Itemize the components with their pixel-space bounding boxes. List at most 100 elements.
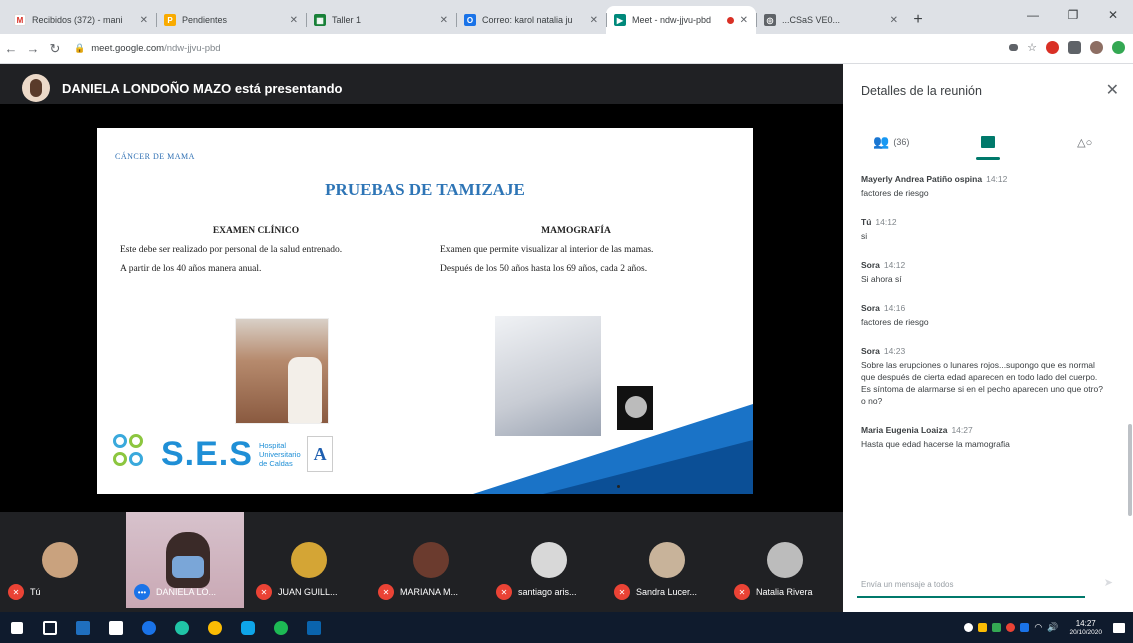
tab-meet[interactable]: ▶ Meet - ndw-jjvu-pbd ✕ — [606, 6, 756, 34]
close-icon[interactable]: ✕ — [1106, 80, 1119, 100]
taskbar-app[interactable] — [198, 612, 231, 643]
profile-avatar-icon[interactable] — [1090, 41, 1103, 54]
chat-message-input[interactable]: Envía un mensaje a todos — [857, 570, 1085, 598]
start-button[interactable] — [0, 612, 33, 643]
participant-tile[interactable]: ✕ Sandra Lucer... — [606, 512, 728, 612]
taskbar-app[interactable] — [99, 612, 132, 643]
decorative-wedge-dark — [543, 440, 753, 494]
wifi-icon[interactable]: ◠ — [1034, 622, 1042, 633]
tab-outlook[interactable]: O Correo: karol natalia ju ✕ — [456, 6, 606, 34]
avatar — [291, 542, 327, 578]
close-icon[interactable]: ✕ — [140, 15, 148, 26]
tab-people[interactable]: 👥 (36) — [843, 124, 940, 160]
send-icon[interactable]: ➤ — [1104, 576, 1113, 589]
participant-tile[interactable]: ✕ Natalia Rivera — [726, 512, 843, 612]
tab-chat[interactable] — [940, 124, 1037, 160]
url-field[interactable]: 🔒 meet.google.com/ndw-jjvu-pbd — [74, 38, 894, 60]
participant-tile[interactable]: ✕ santiago aris... — [488, 512, 610, 612]
volume-icon[interactable]: 🔊 — [1047, 622, 1058, 633]
mic-off-icon: ✕ — [256, 584, 272, 600]
participant-tile[interactable]: ✕ JUAN GUILL... — [248, 512, 370, 612]
camera-icon[interactable] — [1009, 44, 1019, 51]
message-header: Sora 14:16 — [861, 303, 1109, 313]
message-author: Mayerly Andrea Patiño ospina — [861, 174, 983, 184]
ses-logo-icon — [113, 434, 155, 474]
message-time: 14:16 — [883, 303, 906, 313]
maximize-icon[interactable]: ❐ — [1053, 0, 1093, 30]
close-icon[interactable]: ✕ — [890, 15, 898, 26]
participant-tile[interactable]: ✕ MARIANA M... — [370, 512, 492, 612]
participant-name: DANIELA LO... — [156, 587, 217, 597]
taskbar-app[interactable] — [66, 612, 99, 643]
avatar — [649, 542, 685, 578]
participant-name: JUAN GUILL... — [278, 587, 338, 597]
chat-message: Tú 14:12 si — [843, 217, 1127, 242]
task-view-icon — [42, 620, 57, 635]
participant-name: MARIANA M... — [400, 587, 459, 597]
meet-icon: ▶ — [614, 14, 626, 26]
column-heading: EXAMEN CLÍNICO — [212, 226, 300, 236]
extension-green-icon[interactable] — [1112, 41, 1125, 54]
message-text: si — [861, 231, 868, 241]
message-author: Maria Eugenia Loaiza — [861, 425, 948, 435]
message-header: Tú 14:12 — [861, 217, 1109, 227]
mic-off-icon: ✕ — [378, 584, 394, 600]
participants-strip: ✕ Tú ••• DANIELA LO... ✕ JUAN GUILL... ✕ MAR… — [0, 512, 843, 612]
hospital-line: de Caldas — [258, 458, 293, 468]
browser-tab-bar: M Recibidos (372) - mani ✕ P Pendientes … — [0, 0, 1133, 34]
star-icon[interactable]: ☆ — [1027, 41, 1037, 54]
taskbar-app[interactable] — [231, 612, 264, 643]
tray-icon[interactable] — [978, 623, 988, 632]
participant-label: ✕ Tú — [8, 584, 41, 600]
taskbar-app[interactable] — [165, 612, 198, 643]
forward-icon[interactable]: → — [22, 41, 44, 56]
tray-icon[interactable] — [1020, 623, 1030, 632]
notifications-icon[interactable] — [1113, 622, 1125, 633]
tab-gmail[interactable]: M Recibidos (372) - mani ✕ — [6, 6, 156, 34]
ses-logo: S.E.S Hospital Universitario de Caldas — [113, 434, 333, 474]
message-header: Sora 14:12 — [861, 260, 1109, 270]
close-icon[interactable]: ✕ — [590, 15, 598, 26]
window-controls: — ❐ ✕ — [1013, 0, 1133, 30]
tab-other[interactable]: ◎ ...CSaS VE0... ✕ — [756, 6, 906, 34]
puzzle-icon[interactable] — [1068, 41, 1081, 54]
tray-icon[interactable] — [992, 623, 1002, 632]
avatar — [766, 542, 803, 578]
minimize-icon[interactable]: — — [1013, 0, 1053, 30]
edge-new-icon — [174, 620, 189, 635]
mic-off-icon: ✕ — [734, 584, 750, 600]
extension-icon[interactable] — [1046, 41, 1059, 54]
tray-icon[interactable] — [964, 623, 974, 632]
close-icon[interactable]: ✕ — [440, 15, 448, 26]
taskbar-app[interactable] — [132, 612, 165, 643]
participant-label: ✕ JUAN GUILL... — [256, 584, 338, 600]
message-author: Tú — [861, 217, 872, 227]
tab-taller[interactable]: ▦ Taller 1 ✕ — [306, 6, 456, 34]
slide-title: PRUEBAS DE TAMIZAJE — [325, 180, 525, 199]
tab-activities[interactable]: △○ — [1036, 124, 1133, 160]
close-icon[interactable]: ✕ — [290, 15, 298, 26]
tab-pendientes[interactable]: P Pendientes ✕ — [156, 6, 306, 34]
tab-title: Taller 1 — [332, 15, 362, 25]
chat-message: Sora 14:16 factores de riesgo — [843, 303, 1127, 328]
chat-message: Sora 14:12 Si ahora sí — [843, 260, 1127, 285]
back-icon[interactable]: ← — [0, 41, 22, 56]
taskbar-app[interactable] — [297, 612, 330, 643]
avatar — [22, 74, 50, 102]
close-icon[interactable]: ✕ — [740, 15, 748, 26]
new-tab-button[interactable]: + — [906, 6, 930, 34]
chat-message: Sora 14:23 Sobre las erupciones o lunares… — [843, 346, 1127, 407]
task-view-button[interactable] — [33, 612, 66, 643]
participant-tile[interactable]: ••• DANIELA LO... — [126, 512, 246, 612]
close-window-icon[interactable]: ✕ — [1093, 0, 1133, 30]
taskbar-app[interactable] — [264, 612, 297, 643]
tray-icon[interactable] — [1006, 623, 1016, 632]
system-tray: ◠ 🔊 14:27 20/10/2020 — [964, 612, 1125, 643]
reload-icon[interactable]: ↻ — [44, 41, 66, 57]
chat-scrollbar[interactable] — [1128, 424, 1132, 516]
clock[interactable]: 14:27 20/10/2020 — [1069, 619, 1102, 637]
chat-message: Maria Eugenia Loaiza 14:27 Hasta que edad… — [843, 425, 1127, 450]
participant-tile[interactable]: ✕ Tú — [0, 512, 120, 612]
edge-icon — [141, 620, 156, 635]
presentation-slide: CÁNCER DE MAMA PRUEBAS DE TAMIZAJE EXAME… — [97, 128, 753, 494]
